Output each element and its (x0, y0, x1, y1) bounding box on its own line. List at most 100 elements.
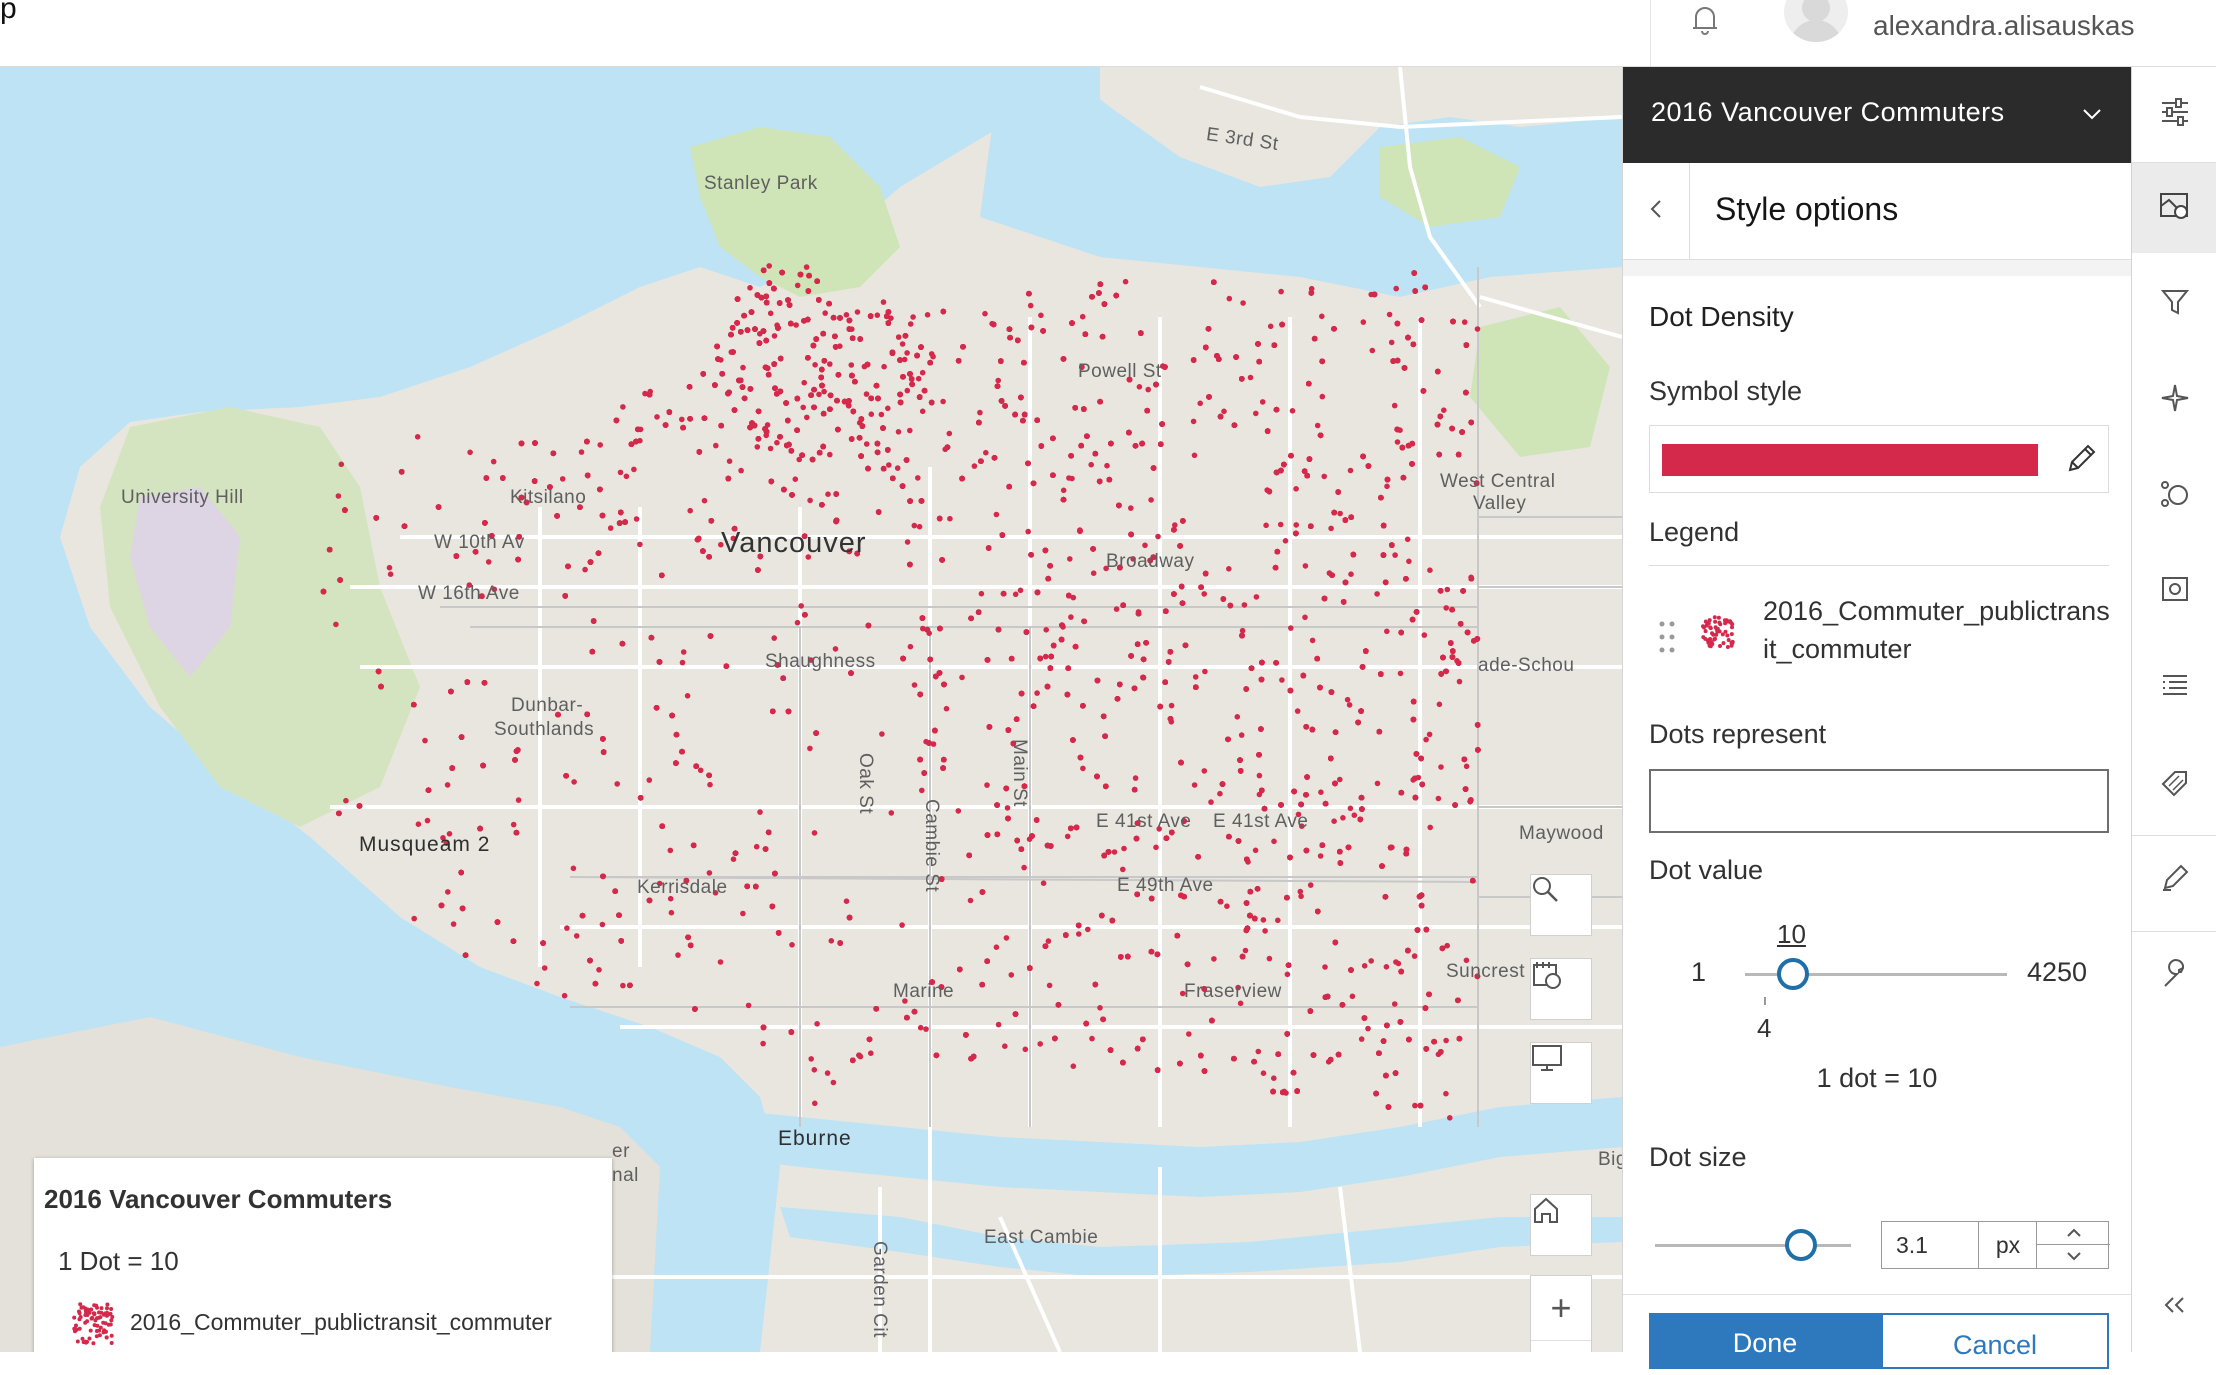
density-dot (1443, 1037, 1449, 1044)
density-dot (959, 674, 965, 681)
density-dot (1277, 521, 1284, 528)
density-dot (868, 1050, 874, 1056)
density-dot (1347, 805, 1354, 812)
avatar[interactable] (1784, 0, 1848, 42)
density-dot (995, 1021, 1002, 1028)
density-dot (911, 522, 918, 529)
notification-bell-icon[interactable] (1685, 0, 1725, 40)
density-dot (1435, 795, 1442, 802)
density-dot (1360, 319, 1367, 325)
density-dot (1444, 942, 1450, 949)
density-dot (993, 944, 1000, 950)
density-dot (904, 350, 910, 356)
density-dot (907, 643, 914, 650)
density-dot (915, 375, 922, 382)
density-dot (599, 921, 606, 928)
density-dot (946, 430, 953, 437)
density-dot (747, 285, 753, 291)
density-dot (1293, 486, 1299, 492)
density-dot (757, 809, 763, 815)
density-dot (1008, 972, 1015, 978)
density-dot (679, 416, 685, 423)
density-dot (490, 458, 497, 465)
density-dot (1191, 452, 1198, 459)
density-dot (707, 781, 713, 788)
username[interactable]: alexandra.alisauskas (1873, 10, 2135, 42)
density-dot (1322, 964, 1328, 970)
density-dot (1255, 1048, 1262, 1055)
density-dot (1384, 483, 1390, 490)
density-dot (1121, 845, 1127, 852)
density-dot (1104, 462, 1110, 469)
density-dot (955, 808, 962, 814)
density-dot (1253, 410, 1259, 417)
density-dot (387, 571, 394, 577)
density-dot (807, 745, 813, 752)
density-dot (1331, 818, 1337, 824)
density-dot (1456, 678, 1463, 685)
density-dot (730, 856, 737, 862)
density-dot (1080, 765, 1086, 772)
density-dot (943, 705, 950, 712)
density-dot (713, 442, 719, 449)
density-dot (1337, 510, 1343, 517)
density-dot (1302, 614, 1308, 621)
density-dot (812, 362, 818, 368)
density-dot (1392, 552, 1398, 558)
density-dot (1394, 439, 1401, 445)
density-dot (1314, 422, 1321, 429)
density-dot (333, 621, 339, 628)
density-dot (1411, 953, 1418, 959)
density-dot (848, 362, 855, 368)
density-dot (1266, 955, 1273, 962)
density-dot (687, 507, 693, 514)
density-dot (971, 463, 978, 469)
density-dot (1122, 278, 1129, 285)
density-dot (766, 263, 772, 269)
density-dot (1321, 473, 1327, 480)
density-dot (1085, 926, 1091, 933)
density-dot (828, 938, 835, 944)
density-dot (1271, 1075, 1277, 1081)
density-dot (414, 434, 421, 440)
density-dot (510, 821, 517, 828)
density-dot (450, 921, 457, 927)
density-dot (1132, 775, 1139, 781)
density-dot (984, 782, 990, 788)
map-view[interactable]: Stanley Park E 3rd St University Hill Va… (0, 67, 1622, 1352)
density-dot (879, 731, 885, 737)
density-dot (1113, 606, 1120, 612)
density-dot (631, 466, 637, 473)
density-dot (880, 299, 887, 305)
density-dot (1136, 384, 1143, 390)
density-dot (1279, 677, 1285, 683)
density-dot (923, 1026, 929, 1032)
density-dot (1318, 789, 1324, 795)
density-dot (1239, 627, 1246, 634)
density-dot (717, 959, 724, 965)
density-dot (854, 309, 861, 315)
density-dot (573, 933, 580, 939)
density-dot (467, 449, 473, 456)
density-dot (597, 442, 603, 448)
density-dot (915, 475, 921, 481)
density-dot (1197, 400, 1203, 407)
density-dot (904, 539, 911, 545)
density-dot (654, 414, 660, 420)
density-dot (1192, 674, 1199, 680)
density-dot (1221, 408, 1227, 415)
density-dot (1226, 566, 1232, 572)
density-dot (1328, 525, 1334, 532)
density-dot (1260, 1070, 1267, 1076)
density-dot (1298, 893, 1304, 900)
density-dot (740, 364, 746, 371)
density-dot (907, 321, 914, 327)
density-dot (1461, 319, 1468, 325)
header-title-fragment: p (0, 0, 17, 25)
density-dot (886, 462, 892, 468)
density-dot (415, 821, 422, 827)
density-dot (767, 310, 774, 317)
density-dot (967, 897, 974, 904)
density-dot (1017, 587, 1024, 594)
density-dot (534, 980, 540, 987)
